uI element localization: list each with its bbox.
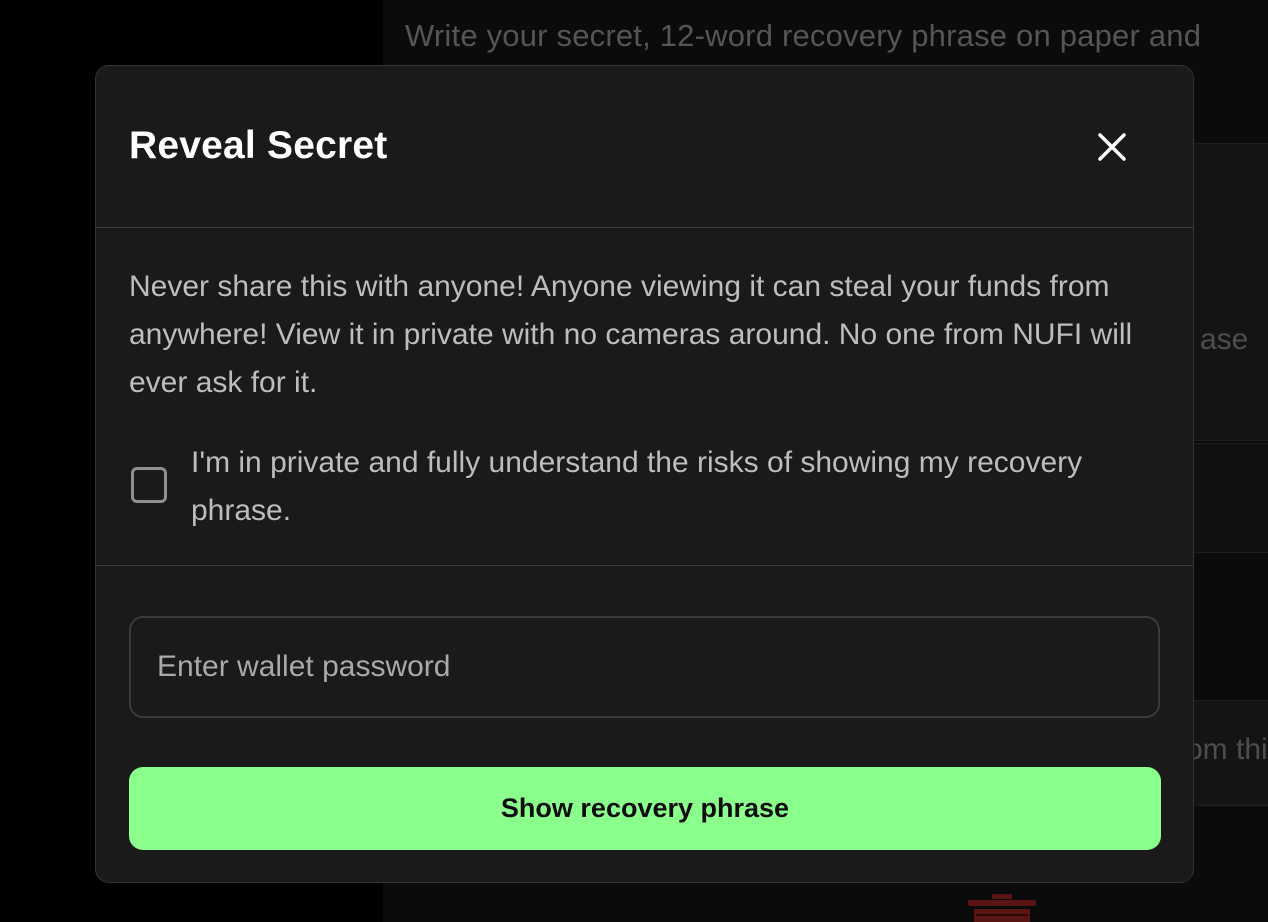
- modal-footer: Show recovery phrase: [96, 566, 1193, 882]
- reveal-secret-modal: Reveal Secret Never share this with anyo…: [95, 65, 1194, 883]
- background-text-fragment: om thi: [1186, 733, 1268, 766]
- wallet-password-input[interactable]: [129, 616, 1160, 718]
- consent-checkbox[interactable]: [131, 467, 167, 503]
- close-icon: [1098, 133, 1126, 161]
- background-intro-text: Write your secret, 12-word recovery phra…: [405, 18, 1202, 53]
- page: Write your secret, 12-word recovery phra…: [0, 0, 1268, 922]
- modal-body: Never share this with anyone! Anyone vie…: [96, 228, 1193, 566]
- trash-icon: [968, 894, 1036, 922]
- show-recovery-phrase-button[interactable]: Show recovery phrase: [129, 767, 1161, 850]
- modal-header: Reveal Secret: [96, 66, 1193, 228]
- security-warning-text: Never share this with anyone! Anyone vie…: [129, 270, 1133, 399]
- modal-title: Reveal Secret: [129, 124, 388, 167]
- consent-label[interactable]: I'm in private and fully understand the …: [191, 439, 1131, 535]
- background-text-fragment: ase: [1200, 323, 1249, 356]
- close-button[interactable]: [1092, 127, 1132, 167]
